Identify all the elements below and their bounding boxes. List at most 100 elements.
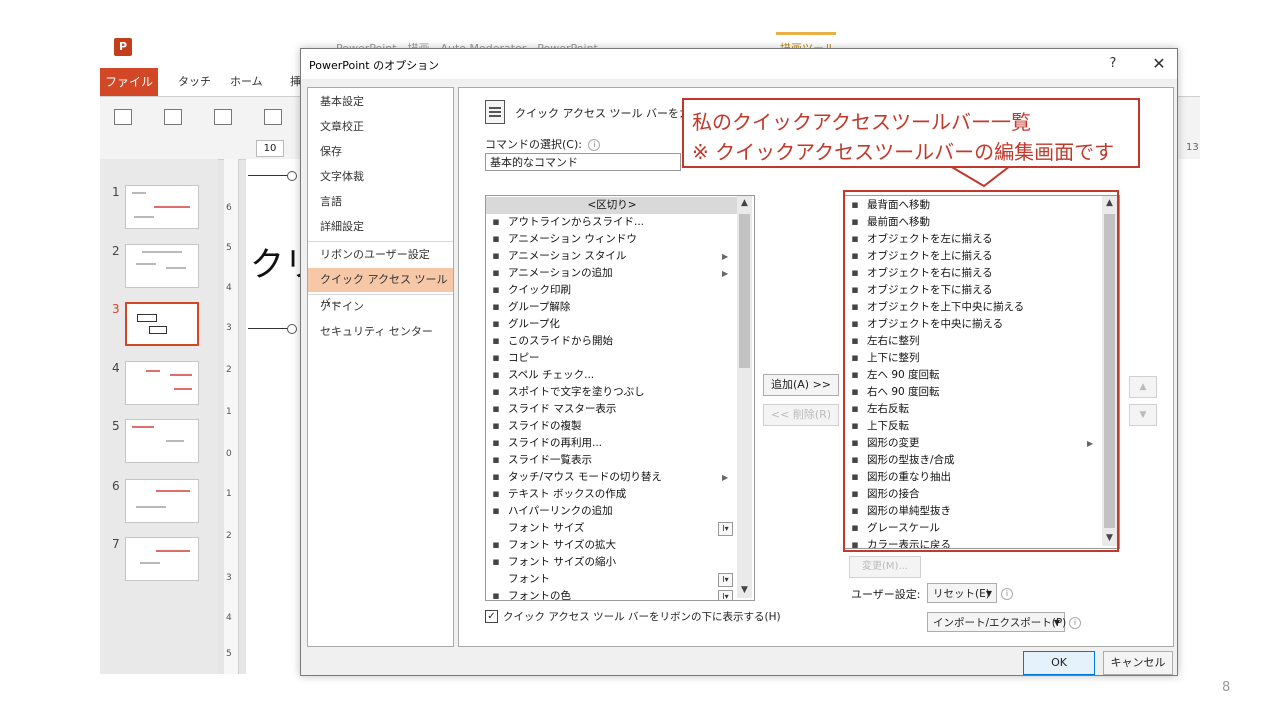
move-up-button[interactable]: ▲ [1129,376,1157,398]
available-command-item[interactable]: ▪ タッチ/マウス モードの切り替え ▶ [486,469,738,486]
available-command-item[interactable]: ▪ スポイトで文字を塗りつぶし [486,384,738,401]
thumb-number: 3 [112,302,120,316]
slide-handle[interactable] [287,324,297,334]
available-command-item[interactable]: フォント サイズ I▾ [486,520,738,537]
available-command-item[interactable]: ▪ スライドの複製 [486,418,738,435]
add-button[interactable]: 追加(A) >> [763,374,839,396]
slide-master-icon: ▪ [492,402,500,415]
slide-thumbnail-4[interactable] [125,361,199,405]
available-command-item[interactable]: ▪ コピー [486,350,738,367]
slide-thumbnail-7[interactable] [125,537,199,581]
available-command-item[interactable]: フォント I▾ [486,571,738,588]
options-nav: 基本設定 文章校正 保存 文字体裁 言語 詳細設定 リボンのユーザー設定 クイッ… [307,87,454,647]
reset-dropdown[interactable]: リセット(E) ▼ [927,583,997,603]
user-setting-label: ユーザー設定: [851,588,921,601]
available-command-item-label: コピー [508,352,540,364]
ruler-number: 6 [226,203,232,213]
modify-button[interactable]: 変更(M)... [849,556,921,578]
cancel-button[interactable]: キャンセル [1103,651,1173,675]
available-command-item[interactable]: <区切り> [486,197,738,214]
slide-thumbnail-2[interactable] [125,244,199,288]
nav-item-save[interactable]: 保存 [308,140,453,164]
spell-check-icon: ▪ [492,368,500,381]
available-command-item[interactable]: ▪ スライドの再利用... [486,435,738,452]
qat-align-top-icon[interactable] [264,109,282,125]
nav-item-advanced[interactable]: 詳細設定 [308,215,453,239]
available-command-item[interactable]: ▪ スペル チェック... [486,367,738,384]
hyperlink-icon: ▪ [492,504,500,517]
remove-button[interactable]: << 削除(R) [763,404,839,426]
show-below-ribbon-checkbox[interactable]: ✓ [485,610,498,623]
close-button[interactable]: ✕ [1147,53,1171,75]
ruler-number: 5 [226,243,232,253]
animation-style-icon: ▪ [492,249,500,262]
available-command-item[interactable]: ▪ アウトラインからスライド... [486,214,738,231]
nav-item-proofing[interactable]: 文章校正 [308,115,453,139]
slide-sorter-icon: ▪ [492,453,500,466]
scroll-thumb[interactable] [739,214,750,368]
available-command-item[interactable]: ▪ フォント サイズの縮小 [486,554,738,571]
available-command-item[interactable]: ▪ このスライドから開始 [486,333,738,350]
command-select-label: コマンドの選択(C): i [485,136,601,152]
available-command-item-label: スペル チェック... [508,369,595,381]
nav-item-general[interactable]: 基本設定 [308,90,453,114]
slide-thumbnail-6[interactable] [125,479,199,523]
import-export-dropdown[interactable]: インポート/エクスポート(P) ▼ [927,612,1066,632]
info-icon: i [1069,617,1081,629]
available-command-item-label: スライド一覧表示 [508,454,592,466]
tab-home[interactable]: ホーム [230,68,263,96]
nav-item-quick-access-toolbar[interactable]: クイック アクセス ツール バー [308,268,453,310]
show-below-ribbon-label[interactable]: クイック アクセス ツール バーをリボンの下に表示する(H) [503,609,781,624]
help-button[interactable]: ? [1103,54,1123,74]
ruler-number: 1 [226,407,232,417]
nav-item-customize-ribbon[interactable]: リボンのユーザー設定 [308,243,453,267]
available-command-item[interactable]: ▪ スライド マスター表示 [486,401,738,418]
available-command-item-label: スライド マスター表示 [508,403,617,415]
left-list-scrollbar[interactable]: ▲ ▼ [737,196,752,598]
available-command-item[interactable]: ▪ フォント サイズの拡大 [486,537,738,554]
available-command-item[interactable]: ▪ アニメーション ウィンドウ [486,231,738,248]
available-command-item[interactable]: ▪ スライド一覧表示 [486,452,738,469]
text-box-icon: ▪ [492,487,500,500]
slide-thumbnail-1[interactable] [125,185,199,229]
slide-thumbnail-5[interactable] [125,419,199,463]
context-tab-indicator [776,32,836,35]
available-command-item[interactable]: ▪ フォントの色 I▾ [486,588,738,600]
command-category-select[interactable]: 基本的なコマンド [485,153,681,171]
available-command-item-label: このスライドから開始 [508,335,613,347]
nav-item-trust-center[interactable]: セキュリティ センター [308,320,453,344]
tab-touch[interactable]: タッチ [178,68,211,96]
available-command-item[interactable]: ▪ グループ解除 [486,299,738,316]
available-command-item-label: アウトラインからスライド... [508,216,645,228]
scroll-up-icon[interactable]: ▲ [737,196,752,211]
available-command-item[interactable]: ▪ アニメーション スタイル ▶ [486,248,738,265]
nav-item-language[interactable]: 言語 [308,190,453,214]
available-command-item[interactable]: ▪ クイック印刷 [486,282,738,299]
available-command-item[interactable]: ▪ グループ化 [486,316,738,333]
nav-item-addins[interactable]: アドイン [308,295,453,319]
qat-bring-to-front-icon[interactable] [114,109,132,125]
slide-handle[interactable] [287,171,297,181]
available-command-item[interactable]: ▪ アニメーションの追加 ▶ [486,265,738,282]
available-commands-list[interactable]: <区切り> ▪ アウトラインからスライド... ▪ アニメーション ウィンドウ ▪ アニメー… [485,195,755,601]
vertical-ruler: 6 5 4 3 2 1 0 1 2 3 4 5 [224,159,239,674]
slide-thumbnail-3[interactable] [125,302,199,346]
submenu-arrow-icon: ▶ [722,269,729,278]
qat-bring-forward-icon[interactable] [164,109,182,125]
available-command-item[interactable]: ▪ ハイパーリンクの追加 [486,503,738,520]
font-size-input[interactable]: 10 [256,140,284,157]
available-command-item[interactable]: ▪ テキスト ボックスの作成 [486,486,738,503]
tab-file[interactable]: ファイル [100,68,158,96]
slide-thumbnail-pane: 1 2 3 4 5 6 7 [100,159,218,674]
font-shrink-icon: ▪ [492,555,500,568]
caret-down-icon: ▼ [985,589,992,598]
nav-item-typography[interactable]: 文字体裁 [308,165,453,189]
ok-button[interactable]: OK [1023,651,1095,675]
move-down-button[interactable]: ▼ [1129,404,1157,426]
thumb-number: 5 [112,419,120,433]
scroll-down-icon[interactable]: ▼ [737,583,752,598]
available-command-item-label: アニメーションの追加 [508,267,613,279]
slide-connector-line [248,175,288,176]
qat-align-left-icon[interactable] [214,109,232,125]
copy-icon: ▪ [492,351,500,364]
